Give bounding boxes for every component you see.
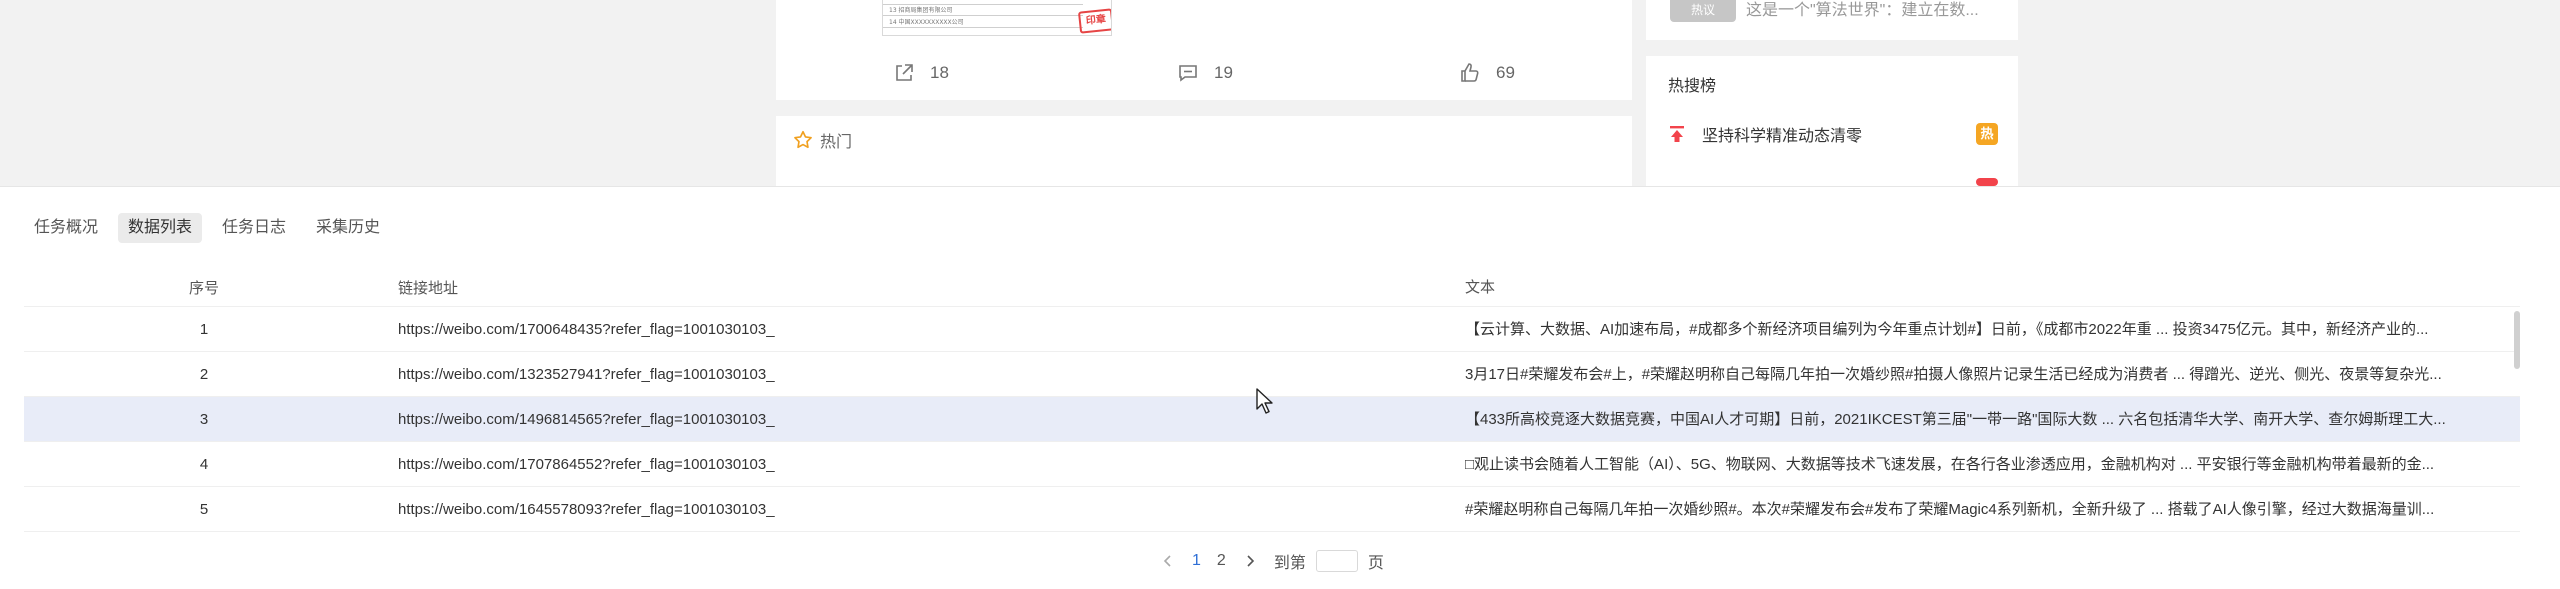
panel-tabs: 任务概况 数据列表 任务日志 采集历史 [24, 213, 390, 243]
hot-search-item-text: 坚持科学精准动态清零 [1702, 128, 1863, 145]
next-page-button[interactable] [1242, 553, 1258, 569]
page-number[interactable]: 2 [1217, 552, 1226, 570]
mouse-pointer-icon [1256, 388, 1273, 414]
hot-tag-badge: 热 [1976, 123, 1998, 145]
row-index: 1 [199, 320, 209, 338]
comment-button[interactable]: 19 [1176, 60, 1233, 86]
chevron-right-icon [1247, 555, 1254, 567]
thumb-rule [883, 15, 1083, 16]
thumb-line: 13 招商局集团有限公司 [889, 7, 953, 14]
comment-count: 19 [1214, 63, 1233, 82]
pin-top-icon [1670, 126, 1684, 142]
prev-page-button[interactable] [1160, 553, 1176, 569]
hot-search-item-partial[interactable] [1668, 178, 1998, 186]
hot-tag-badge [1976, 178, 1998, 186]
row-url[interactable]: https://weibo.com/1700648435?refer_flag=… [398, 307, 1358, 351]
row-index: 4 [199, 455, 209, 473]
row-url[interactable]: https://weibo.com/1496814565?refer_flag=… [398, 397, 1358, 441]
table-row[interactable]: 4 https://weibo.com/1707864552?refer_fla… [24, 442, 2520, 487]
tab-data-list[interactable]: 数据列表 [118, 213, 203, 243]
row-text: #荣耀赵明称自己每隔几年拍一次婚纱照#。本次#荣耀发布会#发布了荣耀Magic4… [1465, 501, 2435, 518]
thumb-rule [883, 27, 1083, 28]
row-index: 2 [199, 365, 209, 383]
thumbs-up-icon [1461, 63, 1479, 82]
hot-tab[interactable]: 热门 [792, 128, 852, 152]
feed-column: 13 招商局集团有限公司 14 中国XXXXXXXXXX公司 印章 18 19 … [776, 0, 1632, 186]
hot-section-card: 热门 [776, 116, 1632, 186]
goto-page-suffix: 页 [1367, 555, 1384, 572]
hot-search-title: 热搜榜 [1668, 78, 1717, 95]
sidebar-topic[interactable]: 热议 这是一个"算法世界"：建立在数... [1646, 0, 2018, 40]
goto-page-input[interactable] [1315, 550, 1358, 572]
row-text: 3月17日#荣耀发布会#上，#荣耀赵明称自己每隔几年拍一次婚纱照#拍摄人像照片记… [1465, 366, 2442, 383]
like-count: 69 [1496, 63, 1515, 82]
topic-snippet: 这是一个"算法世界"：建立在数... [1746, 2, 1979, 19]
post-image-thumbnail[interactable]: 13 招商局集团有限公司 14 中国XXXXXXXXXX公司 印章 [882, 0, 1112, 36]
task-panel: 任务概况 数据列表 任务日志 采集历史 序号 链接地址 文本 1 https:/… [0, 186, 2560, 589]
tab-task-log[interactable]: 任务日志 [212, 213, 296, 243]
row-index: 3 [199, 410, 209, 428]
chevron-left-icon [1163, 555, 1171, 567]
table-row[interactable]: 1 https://weibo.com/1700648435?refer_fla… [24, 307, 2520, 352]
share-count: 18 [930, 63, 949, 82]
sidebar-column: 热议 这是一个"算法世界"：建立在数... 热搜榜 坚持科学精准动态清零 热 [1646, 0, 2018, 186]
table-scrollbar[interactable] [2514, 311, 2520, 369]
hot-search-panel: 热搜榜 坚持科学精准动态清零 热 [1646, 56, 2018, 186]
table-header: 序号 链接地址 文本 [24, 269, 2520, 307]
share-icon [896, 64, 913, 81]
row-index: 5 [199, 500, 209, 518]
like-button[interactable]: 69 [1458, 60, 1515, 86]
background-page: 13 招商局集团有限公司 14 中国XXXXXXXXXX公司 印章 18 19 … [0, 0, 2560, 186]
tab-task-overview[interactable]: 任务概况 [24, 213, 108, 243]
hot-search-item[interactable]: 坚持科学精准动态清零 热 [1668, 122, 1998, 146]
post-card: 13 招商局集团有限公司 14 中国XXXXXXXXXX公司 印章 18 19 … [776, 0, 1632, 100]
pagination: 1 2 到第 页 [1160, 549, 1384, 573]
topic-badge: 热议 [1670, 0, 1736, 22]
seal-stamp: 印章 [1077, 8, 1111, 34]
row-text: □观止读书会随着人工智能（AI）、5G、物联网、大数据等技术飞速发展，在各行各业… [1465, 456, 2435, 473]
table-row[interactable]: 5 https://weibo.com/1645578093?refer_fla… [24, 487, 2520, 532]
column-header-text[interactable]: 文本 [1465, 269, 2520, 306]
share-button[interactable]: 18 [892, 60, 949, 86]
star-icon [794, 130, 812, 149]
row-url[interactable]: https://weibo.com/1645578093?refer_flag=… [398, 487, 1358, 531]
tab-collection-history[interactable]: 采集历史 [306, 213, 390, 243]
row-url[interactable]: https://weibo.com/1707864552?refer_flag=… [398, 442, 1358, 486]
row-text: 【433所高校竞逐大数据竞赛，中国AI人才可期】日前，2021IKCEST第三届… [1465, 411, 2446, 428]
hot-tab-label: 热门 [820, 134, 853, 151]
column-header-url[interactable]: 链接地址 [398, 269, 1358, 306]
column-header-index[interactable]: 序号 [154, 269, 254, 306]
goto-page-prefix: 到第 [1273, 555, 1306, 572]
row-url[interactable]: https://weibo.com/1323527941?refer_flag=… [398, 352, 1358, 396]
thumb-line: 14 中国XXXXXXXXXX公司 [889, 19, 964, 26]
row-text: 【云计算、大数据、AI加速布局，#成都多个新经济项目编列为今年重点计划#】日前，… [1465, 321, 2429, 338]
page-number-current[interactable]: 1 [1192, 552, 1201, 570]
comment-icon [1179, 65, 1197, 82]
